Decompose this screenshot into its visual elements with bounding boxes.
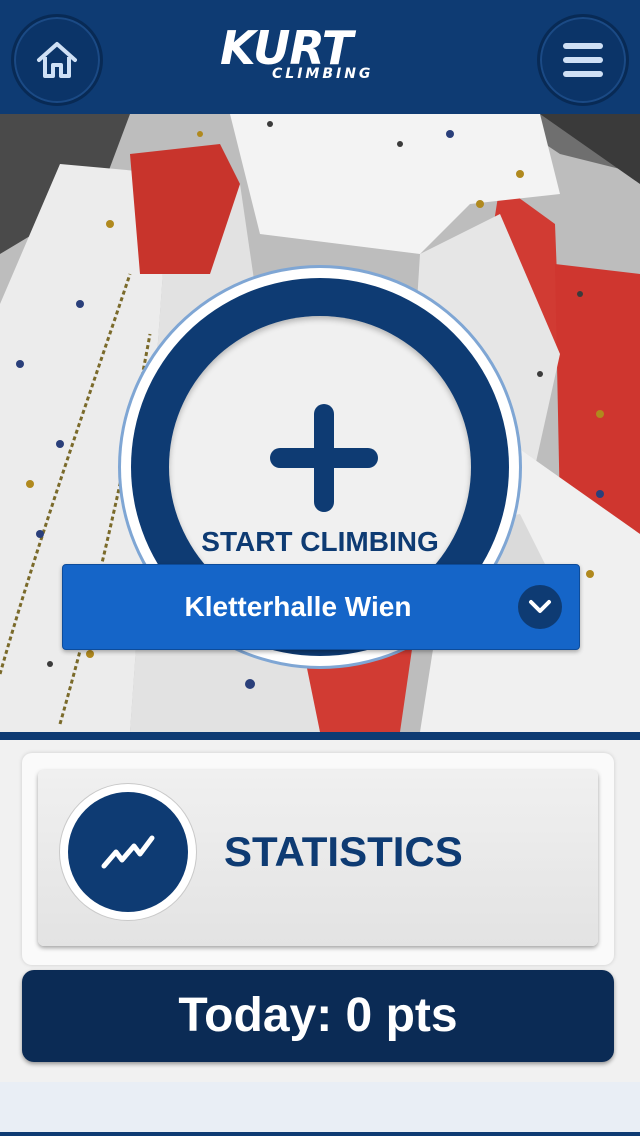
location-selected-value: Kletterhalle Wien <box>184 591 412 622</box>
hamburger-menu-icon <box>563 43 603 77</box>
chevron-down-icon <box>518 585 562 629</box>
logo-main-text: KURT <box>220 21 353 75</box>
menu-button[interactable] <box>537 14 629 106</box>
statistics-card: STATISTICS <box>22 753 614 965</box>
bottom-border <box>0 1132 640 1136</box>
trend-line-icon <box>68 792 188 912</box>
lower-panel: STATISTICS Today: 0 pts <box>0 740 640 1082</box>
section-divider <box>0 732 640 740</box>
app-header: KURT CLIMBING <box>0 0 640 114</box>
climbing-wall-hero: START CLIMBING Kletterhalle Wien <box>0 114 640 732</box>
home-button[interactable] <box>11 14 103 106</box>
statistics-label: STATISTICS <box>224 828 463 875</box>
statistics-button[interactable]: STATISTICS <box>38 770 598 946</box>
bottom-area <box>0 1082 640 1132</box>
logo-sub-text: CLIMBING <box>272 66 374 82</box>
statistics-icon-ring <box>60 784 196 920</box>
start-climbing-label: START CLIMBING <box>201 526 439 557</box>
today-points-text: Today: 0 pts <box>178 989 458 1042</box>
location-dropdown[interactable]: Kletterhalle Wien <box>62 564 580 650</box>
kurt-climbing-logo: KURT CLIMBING <box>220 24 420 88</box>
home-icon <box>37 42 77 78</box>
today-points-bar: Today: 0 pts <box>22 970 614 1062</box>
